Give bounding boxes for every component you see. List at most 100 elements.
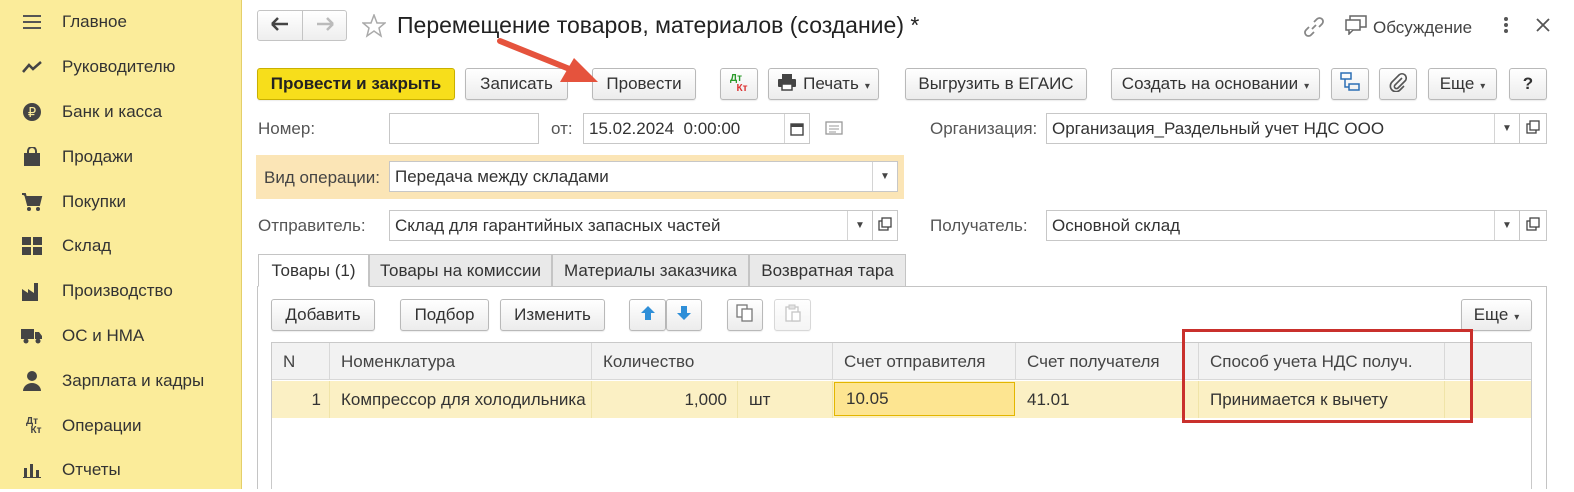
trend-icon [20, 55, 44, 79]
receiver-value: Основной склад [1052, 215, 1181, 235]
discussion-label: Обсуждение [1373, 17, 1473, 37]
chevron-down-icon[interactable]: ▼ [1494, 114, 1519, 143]
back-button[interactable] [258, 11, 303, 40]
warehouse-icon [20, 234, 44, 258]
close-icon[interactable] [1535, 17, 1551, 38]
paste-button[interactable] [774, 299, 811, 331]
calendar-icon[interactable] [784, 114, 809, 143]
sender-label: Отправитель: [258, 216, 366, 235]
create-based-on-label: Создать на основании [1122, 74, 1309, 94]
move-up-button[interactable] [629, 299, 666, 331]
tab-commission-goods[interactable]: Товары на комиссии [369, 254, 552, 287]
svg-text:₽: ₽ [28, 106, 36, 121]
sidebar-item-main[interactable]: Главное [0, 0, 241, 44]
arrow-up-icon [640, 305, 656, 326]
sidebar-item-warehouse[interactable]: Склад [0, 224, 241, 268]
structure-button[interactable] [1331, 68, 1369, 100]
sidebar-item-label: Зарплата и кадры [62, 371, 205, 390]
sidebar-item-sales[interactable]: Продажи [0, 135, 241, 179]
attach-button[interactable] [1379, 68, 1417, 100]
sidebar-item-label: Отчеты [62, 460, 121, 479]
column-header-quantity[interactable]: Количество [592, 343, 833, 380]
tab-customer-materials[interactable]: Материалы заказчика [552, 254, 749, 287]
sidebar-item-label: Покупки [62, 192, 126, 211]
cart-icon [20, 190, 44, 214]
operation-type-value: Передача между складами [395, 166, 609, 186]
open-organization-button[interactable] [1520, 113, 1547, 144]
sender-value: Склад для гарантийных запасных частей [395, 215, 721, 235]
sidebar-item-label: Руководителю [62, 57, 176, 76]
sidebar-item-label: Производство [62, 281, 173, 300]
sender-field[interactable]: Склад для гарантийных запасных частей ▼ [389, 210, 873, 241]
row-quantity[interactable]: 1,000 [592, 381, 738, 418]
organization-field[interactable]: Организация_Раздельный учет НДС ООО ▼ [1046, 113, 1520, 144]
date-value: 15.02.2024 0:00:00 [589, 118, 741, 138]
chat-icon [1345, 15, 1367, 40]
more-vertical-icon[interactable] [1500, 15, 1512, 40]
sidebar-item-operations[interactable]: Дт Кт Операции [0, 404, 241, 448]
more-button[interactable]: Еще [1428, 68, 1497, 100]
table-more-label: Еще [1474, 305, 1520, 325]
row-receiver-account[interactable]: 41.01 [1016, 381, 1199, 418]
row-sender-account[interactable]: 10.05 [834, 382, 1015, 416]
row-number: 1 [272, 381, 330, 418]
edit-button[interactable]: Изменить [500, 299, 605, 331]
number-label: Номер: [258, 119, 316, 138]
star-icon[interactable] [360, 12, 388, 43]
link-icon[interactable] [1303, 16, 1325, 43]
hierarchy-icon [1340, 71, 1360, 97]
printer-icon [777, 73, 797, 96]
chevron-down-icon[interactable]: ▼ [847, 211, 872, 240]
open-receiver-button[interactable] [1520, 210, 1547, 241]
sidebar-item-label: ОС и НМА [62, 326, 145, 345]
number-field[interactable] [389, 113, 539, 144]
row-nomenclature[interactable]: Компрессор для холодильника [330, 381, 592, 418]
receiver-field[interactable]: Основной склад ▼ [1046, 210, 1520, 241]
table-more-button[interactable]: Еще [1461, 299, 1532, 331]
sidebar: Главное Руководителю ₽ Банк и касса Прод… [0, 0, 242, 489]
tab-returnable-containers[interactable]: Возвратная тара [749, 254, 906, 287]
open-window-icon [1526, 119, 1540, 139]
date-field[interactable]: 15.02.2024 0:00:00 [583, 113, 810, 144]
help-button[interactable]: ? [1509, 68, 1547, 100]
column-header-sender-account[interactable]: Счет отправителя [833, 343, 1016, 380]
row-unit[interactable]: шт [738, 381, 833, 418]
paste-icon [784, 304, 802, 327]
open-sender-button[interactable] [873, 210, 898, 241]
sidebar-item-assets[interactable]: ОС и НМА [0, 314, 241, 358]
add-button[interactable]: Добавить [271, 299, 375, 331]
copy-icon [736, 303, 754, 327]
sidebar-item-salary[interactable]: Зарплата и кадры [0, 359, 241, 403]
column-header-receiver-account[interactable]: Счет получателя [1016, 343, 1199, 380]
organization-value: Организация_Раздельный учет НДС ООО [1052, 118, 1385, 138]
column-header-nomenclature[interactable]: Номенклатура [330, 343, 592, 380]
more-label: Еще [1440, 74, 1486, 94]
discussion-button[interactable]: Обсуждение [1345, 15, 1472, 40]
chevron-down-icon[interactable]: ▼ [872, 162, 897, 191]
sidebar-item-bank[interactable]: ₽ Банк и касса [0, 90, 241, 134]
dt-kt-button[interactable]: Дт Кт [720, 68, 758, 100]
egais-export-button[interactable]: Выгрузить в ЕГАИС [905, 68, 1087, 100]
post-button[interactable]: Провести [592, 68, 696, 100]
column-header-n[interactable]: N [272, 343, 330, 380]
sidebar-item-label: Продажи [62, 147, 133, 166]
move-down-button[interactable] [666, 299, 702, 331]
sidebar-item-purchases[interactable]: Покупки [0, 180, 241, 224]
sidebar-item-production[interactable]: Производство [0, 269, 241, 313]
copy-button[interactable] [727, 299, 763, 331]
ruble-coin-icon: ₽ [20, 100, 44, 124]
print-button[interactable]: Печать [768, 68, 879, 100]
document-list-icon[interactable] [825, 120, 843, 141]
post-and-close-button[interactable]: Провести и закрыть [257, 68, 455, 100]
operation-type-field[interactable]: Передача между складами ▼ [389, 161, 898, 192]
pick-button[interactable]: Подбор [400, 299, 489, 331]
forward-button[interactable] [303, 11, 347, 40]
chevron-down-icon[interactable]: ▼ [1494, 211, 1519, 240]
create-based-on-button[interactable]: Создать на основании [1111, 68, 1320, 100]
menu-lines-icon [20, 10, 44, 34]
sidebar-item-reports[interactable]: Отчеты [0, 448, 241, 492]
highlight-frame [1182, 329, 1473, 423]
sidebar-item-manager[interactable]: Руководителю [0, 45, 241, 89]
tab-goods[interactable]: Товары (1) [258, 254, 369, 287]
operation-type-label: Вид операции: [264, 168, 380, 187]
